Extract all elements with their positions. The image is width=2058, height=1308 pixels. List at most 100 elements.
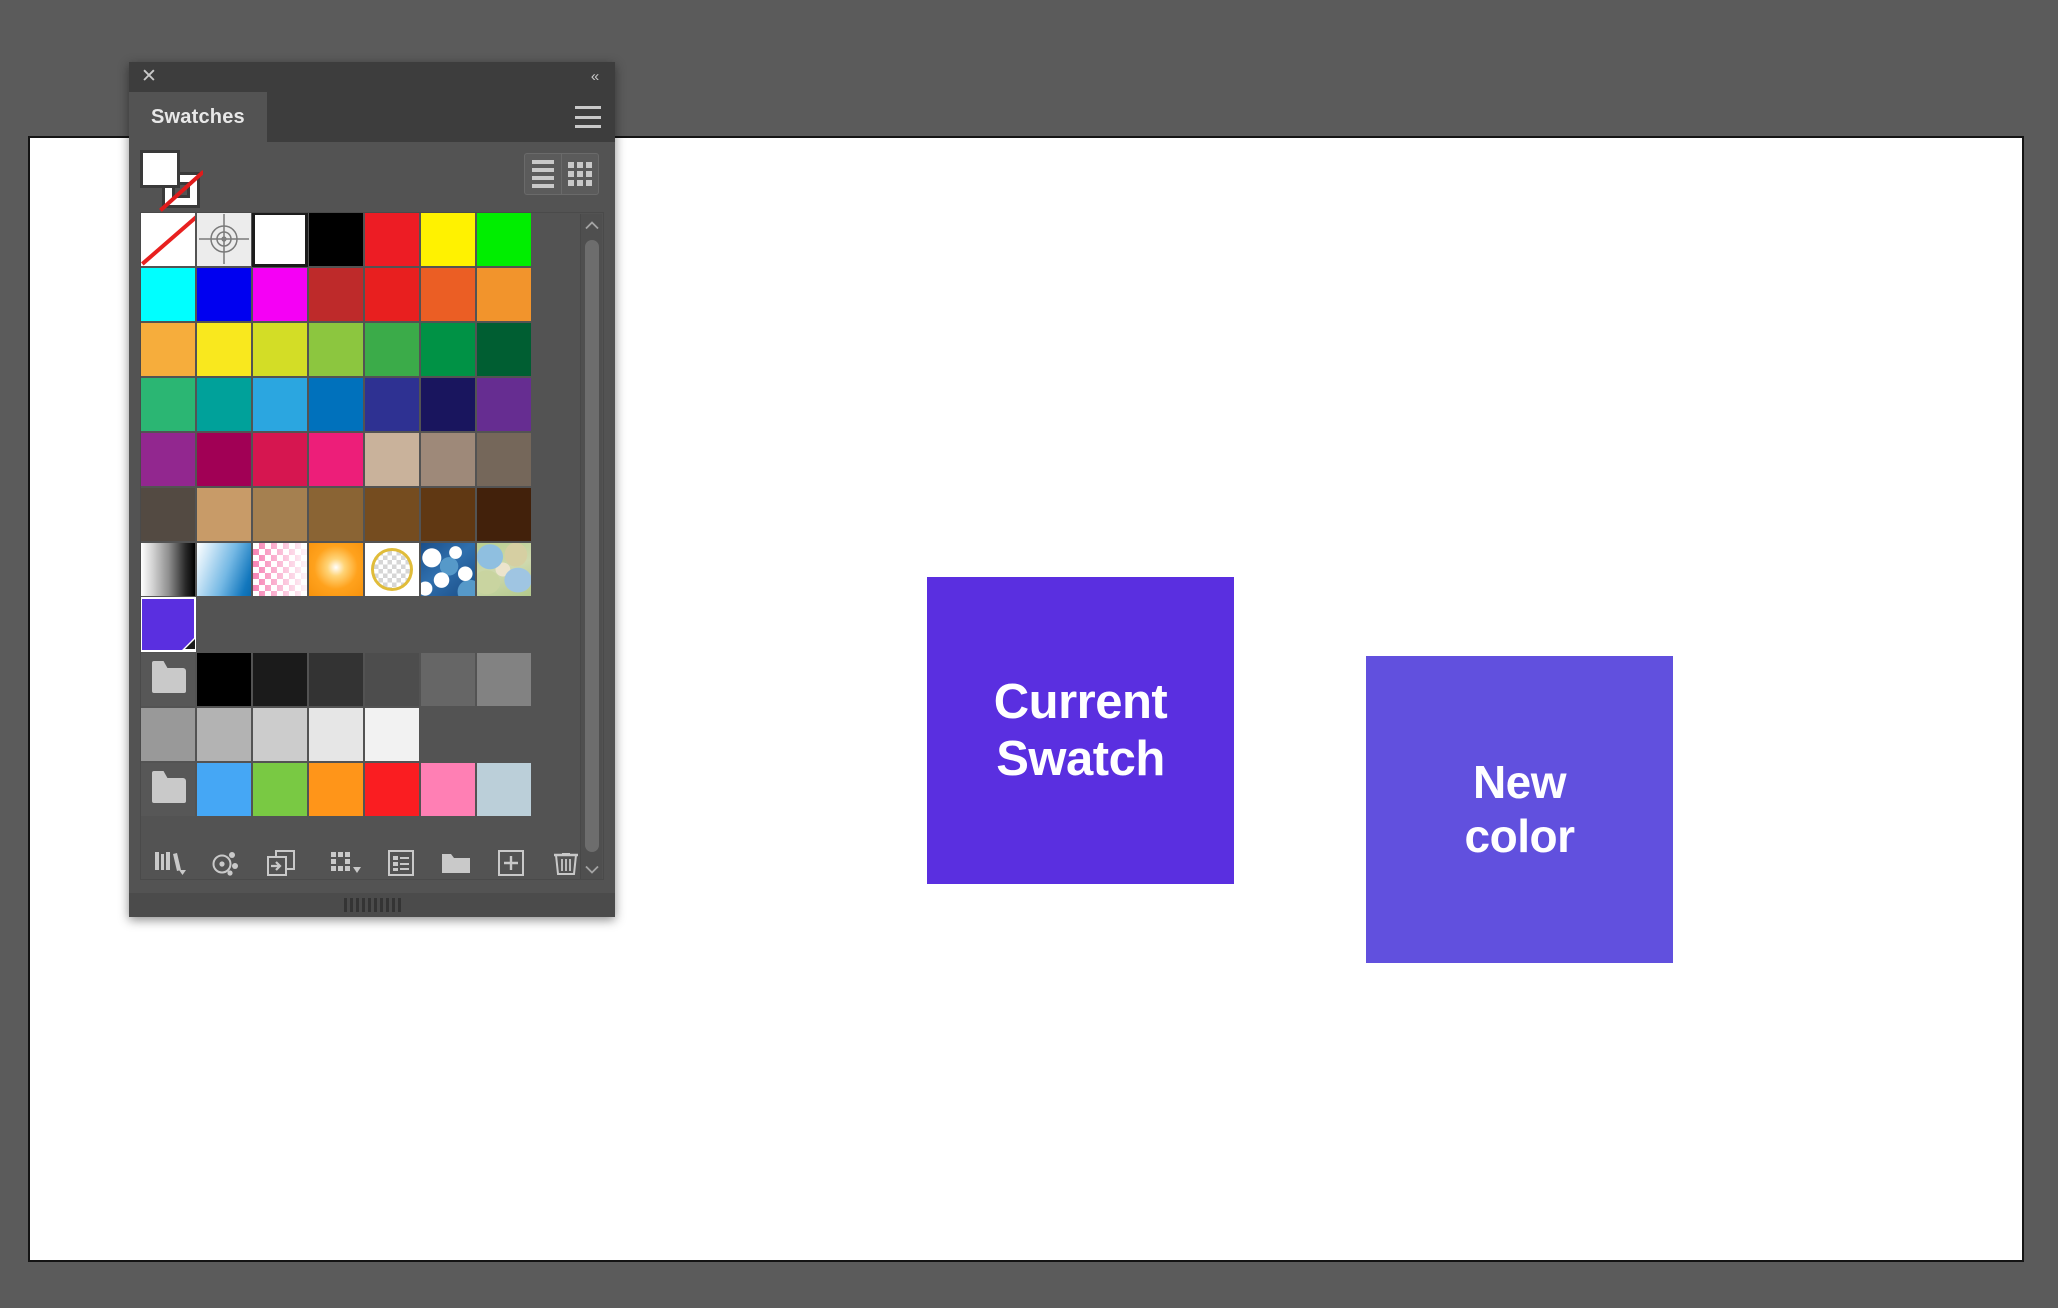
swatch-color[interactable] — [364, 762, 420, 817]
swatch-color[interactable] — [420, 432, 476, 487]
swatch-color[interactable] — [252, 213, 308, 267]
swatch-color-group-folder[interactable] — [141, 762, 196, 817]
swatch-color[interactable] — [141, 597, 196, 652]
swatch-color[interactable] — [364, 432, 420, 487]
swatch-color[interactable] — [196, 377, 252, 432]
swatch-color[interactable] — [141, 377, 196, 432]
swatch-color[interactable] — [308, 432, 364, 487]
swatch-color[interactable] — [476, 762, 532, 817]
swatch-libraries-button[interactable] — [143, 841, 198, 885]
swatch-color[interactable] — [141, 322, 196, 377]
swatch-cell-empty — [476, 597, 532, 652]
swatch-color[interactable] — [308, 652, 364, 707]
scroll-up-icon[interactable] — [581, 214, 602, 236]
swatch-row — [141, 213, 556, 267]
swatch-color[interactable] — [252, 267, 308, 322]
grid-view-toggle[interactable] — [561, 154, 598, 194]
swatch-color[interactable] — [364, 707, 420, 762]
new-color-group-button[interactable] — [428, 841, 483, 885]
add-to-library-button[interactable] — [253, 841, 308, 885]
swatch-color[interactable] — [476, 377, 532, 432]
swatch-color[interactable] — [364, 322, 420, 377]
swatch-options-button[interactable] — [373, 841, 428, 885]
swatch-scrollbar[interactable] — [580, 214, 602, 879]
swatch-pattern[interactable] — [420, 542, 476, 597]
tab-swatches[interactable]: Swatches — [129, 92, 267, 142]
swatch-color[interactable] — [196, 762, 252, 817]
swatch-color[interactable] — [476, 432, 532, 487]
panel-header-row — [129, 142, 615, 212]
close-icon[interactable]: ✕ — [139, 67, 159, 87]
swatch-grid-area[interactable] — [140, 212, 604, 880]
new-swatch-button[interactable] — [483, 841, 538, 885]
swatch-color[interactable] — [196, 707, 252, 762]
swatch-cell-empty — [196, 597, 252, 652]
swatch-color[interactable] — [308, 487, 364, 542]
swatch-color[interactable] — [364, 213, 420, 267]
swatch-color[interactable] — [308, 322, 364, 377]
swatch-pattern[interactable] — [252, 542, 308, 597]
swatch-color[interactable] — [364, 267, 420, 322]
swatch-pattern[interactable] — [364, 542, 420, 597]
swatch-pattern[interactable] — [476, 542, 532, 597]
swatch-color[interactable] — [196, 432, 252, 487]
swatch-color[interactable] — [308, 377, 364, 432]
swatch-color[interactable] — [141, 432, 196, 487]
swatch-color[interactable] — [252, 652, 308, 707]
fill-stroke-indicator[interactable] — [140, 150, 202, 208]
swatch-color[interactable] — [252, 487, 308, 542]
swatch-color[interactable] — [308, 213, 364, 267]
swatch-color[interactable] — [420, 487, 476, 542]
new-color-box[interactable]: New color — [1366, 656, 1673, 963]
panel-menu-icon[interactable] — [575, 106, 601, 128]
swatch-color[interactable] — [364, 652, 420, 707]
delete-swatch-button[interactable] — [538, 841, 593, 885]
swatch-color[interactable] — [364, 377, 420, 432]
swatch-color[interactable] — [476, 487, 532, 542]
list-view-toggle[interactable] — [525, 154, 561, 194]
swatch-color[interactable] — [141, 707, 196, 762]
swatch-color[interactable] — [420, 213, 476, 267]
swatch-color[interactable] — [252, 707, 308, 762]
show-swatch-kinds-button[interactable] — [318, 841, 373, 885]
swatch-cell-empty — [252, 597, 308, 652]
swatch-color[interactable] — [252, 432, 308, 487]
folder-icon — [152, 778, 186, 803]
swatch-color[interactable] — [196, 652, 252, 707]
swatch-gradient[interactable] — [141, 542, 196, 597]
swatch-color[interactable] — [141, 487, 196, 542]
swatch-color[interactable] — [420, 652, 476, 707]
swatch-color[interactable] — [476, 322, 532, 377]
grip-lines-icon — [343, 898, 401, 912]
swatch-color[interactable] — [252, 762, 308, 817]
swatch-color[interactable] — [308, 707, 364, 762]
swatch-cell-empty — [476, 707, 532, 762]
swatch-gradient[interactable] — [196, 542, 252, 597]
swatch-color[interactable] — [476, 267, 532, 322]
swatch-registration[interactable] — [196, 213, 252, 267]
swatch-color[interactable] — [364, 487, 420, 542]
swatch-color[interactable] — [420, 762, 476, 817]
swatch-none[interactable] — [141, 213, 196, 267]
swatch-color[interactable] — [308, 762, 364, 817]
current-swatch-box[interactable]: Current Swatch — [927, 577, 1234, 884]
swatch-color[interactable] — [308, 267, 364, 322]
swatch-gradient[interactable] — [308, 542, 364, 597]
fill-swatch[interactable] — [140, 150, 180, 188]
swatch-color[interactable] — [420, 267, 476, 322]
color-groups-button[interactable] — [198, 841, 253, 885]
swatch-color[interactable] — [420, 377, 476, 432]
swatch-color[interactable] — [196, 487, 252, 542]
collapse-panel-icon[interactable]: « — [583, 67, 605, 87]
swatch-color[interactable] — [196, 267, 252, 322]
swatch-color[interactable] — [252, 322, 308, 377]
swatch-color[interactable] — [252, 377, 308, 432]
swatch-color[interactable] — [476, 213, 532, 267]
scrollbar-thumb[interactable] — [585, 240, 599, 852]
swatch-color[interactable] — [196, 322, 252, 377]
swatch-color[interactable] — [420, 322, 476, 377]
swatch-color[interactable] — [476, 652, 532, 707]
swatch-color[interactable] — [141, 267, 196, 322]
swatch-color-group-folder[interactable] — [141, 652, 196, 707]
panel-resize-grip[interactable] — [129, 893, 615, 917]
